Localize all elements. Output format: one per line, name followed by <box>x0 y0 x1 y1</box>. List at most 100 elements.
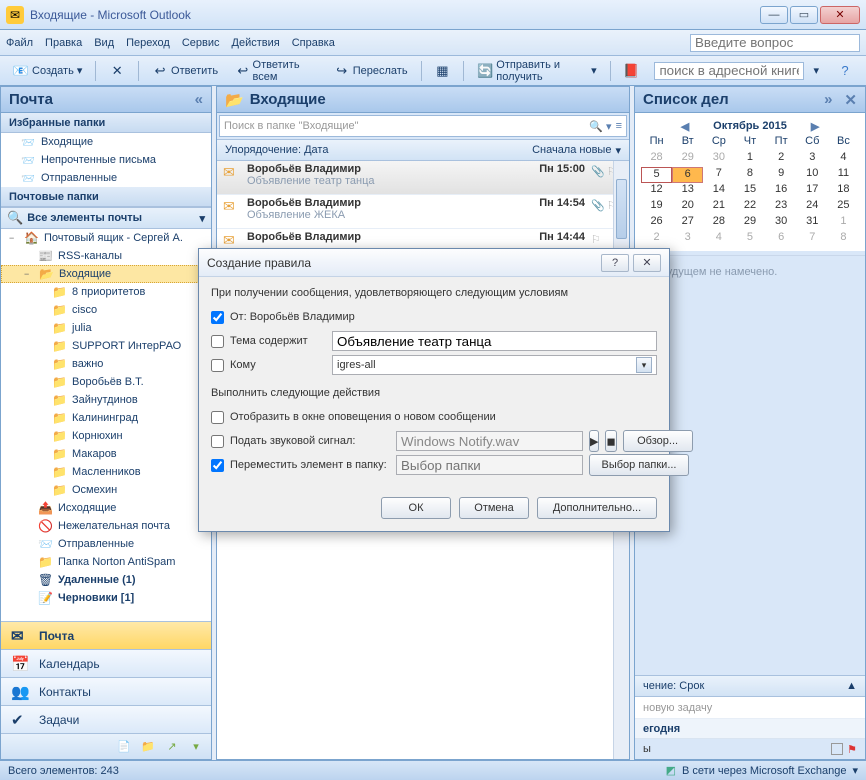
address-book-button[interactable]: 📕 <box>616 60 646 82</box>
tree-item[interactable]: 📁julia <box>1 319 211 337</box>
nav-calendar[interactable]: 📅Календарь <box>1 649 211 677</box>
reply-button[interactable]: ↩Ответить <box>145 60 225 82</box>
tree-item[interactable]: 📁важно <box>1 355 211 373</box>
all-mail-items[interactable]: 🔍 Все элементы почты ▾ <box>1 207 211 229</box>
calendar-day[interactable]: 2 <box>766 151 797 167</box>
maximize-button[interactable]: ▭ <box>790 6 818 24</box>
calendar-day[interactable]: 28 <box>703 215 734 231</box>
address-search-input[interactable] <box>654 62 804 80</box>
task-sort-bar[interactable]: чение: Срок▲ <box>635 675 865 697</box>
favorite-folder[interactable]: 📨Отправленные <box>1 169 211 187</box>
flag-icon[interactable]: ⚑ <box>847 743 857 756</box>
calendar-day[interactable]: 14 <box>703 183 734 199</box>
new-task-input[interactable]: новую задачу <box>635 697 865 719</box>
calendar-day[interactable]: 7 <box>797 231 828 247</box>
calendar-day[interactable]: 21 <box>703 199 734 215</box>
menu-view[interactable]: Вид <box>94 37 114 49</box>
calendar-day[interactable]: 6 <box>766 231 797 247</box>
favorite-folder[interactable]: 📨Непрочтенные письма <box>1 151 211 169</box>
favorite-folder[interactable]: 📨Входящие <box>1 133 211 151</box>
from-checkbox[interactable] <box>211 311 224 324</box>
flag-icon[interactable]: ⚐ <box>591 233 601 246</box>
tree-item[interactable]: 📁Зайнутдинов <box>1 391 211 409</box>
tree-item[interactable]: 📤Исходящие <box>1 499 211 517</box>
tree-item[interactable]: 🚫Нежелательная почта <box>1 517 211 535</box>
message-row[interactable]: ✉Воробьёв ВладимирПн 14:54Объявление ЖЕК… <box>217 195 629 229</box>
menu-edit[interactable]: Правка <box>45 37 82 49</box>
menu-help[interactable]: Справка <box>292 37 335 49</box>
nav-tasks[interactable]: ✔Задачи <box>1 705 211 733</box>
dialog-close-button[interactable]: ✕ <box>633 254 661 272</box>
calendar-day[interactable]: 31 <box>797 215 828 231</box>
forward-button[interactable]: ↪Переслать <box>327 60 415 82</box>
calendar-day[interactable]: 10 <box>797 167 828 183</box>
calendar-day[interactable]: 20 <box>672 199 703 215</box>
folder-search[interactable]: Поиск в папке "Входящие" 🔍 ▾ ≡ <box>219 115 627 137</box>
tree-item[interactable]: 🗑Удаленные (1) <box>1 571 211 589</box>
calendar-day[interactable]: 19 <box>641 199 672 215</box>
menu-actions[interactable]: Действия <box>232 37 280 49</box>
advanced-button[interactable]: Дополнительно... <box>537 497 657 519</box>
calendar-day[interactable]: 1 <box>828 215 859 231</box>
close-todo-icon[interactable]: ✕ <box>844 91 857 109</box>
collapse-nav-icon[interactable]: « <box>195 91 203 108</box>
calendar-day[interactable]: 1 <box>734 151 765 167</box>
nav-contacts[interactable]: 👥Контакты <box>1 677 211 705</box>
calendar-day[interactable]: 24 <box>797 199 828 215</box>
tree-item[interactable]: 📁8 приоритетов <box>1 283 211 301</box>
notes-icon[interactable]: 📄 <box>115 738 133 756</box>
calendar-day[interactable]: 29 <box>734 215 765 231</box>
tree-item[interactable]: 📁Осмехин <box>1 481 211 499</box>
calendar-day[interactable]: 28 <box>641 151 672 167</box>
favorites-header[interactable]: Избранные папки <box>1 113 211 133</box>
calendar-day[interactable]: 8 <box>828 231 859 247</box>
next-month-button[interactable]: ▶ <box>811 120 819 133</box>
tree-item[interactable]: −📂Входящие <box>1 265 211 283</box>
choose-folder-button[interactable]: Выбор папки... <box>589 454 689 476</box>
tree-item[interactable]: −🏠Почтовый ящик - Сергей А. <box>1 229 211 247</box>
collapse-todo-icon[interactable]: » <box>824 91 832 108</box>
calendar-day[interactable]: 26 <box>641 215 672 231</box>
prev-month-button[interactable]: ◀ <box>681 120 689 133</box>
calendar-day[interactable]: 23 <box>766 199 797 215</box>
calendar-day[interactable]: 5 <box>734 231 765 247</box>
move-checkbox[interactable] <box>211 459 224 472</box>
tree-item[interactable]: 📁SUPPORT ИнтерРАО <box>1 337 211 355</box>
alert-checkbox[interactable] <box>211 411 224 424</box>
shortcuts-icon[interactable]: ↗ <box>163 738 181 756</box>
help-button[interactable]: ? <box>830 60 860 82</box>
calendar-day[interactable]: 17 <box>797 183 828 199</box>
calendar-day[interactable]: 30 <box>766 215 797 231</box>
configure-buttons-icon[interactable]: ▾ <box>187 738 205 756</box>
calendar-day[interactable]: 16 <box>766 183 797 199</box>
browse-button[interactable]: Обзор... <box>623 430 693 452</box>
menu-file[interactable]: Файл <box>6 37 33 49</box>
task-group-today[interactable]: егодня <box>635 719 865 739</box>
task-item[interactable]: ы ⚑ <box>635 739 865 759</box>
sound-checkbox[interactable] <box>211 435 224 448</box>
minimize-button[interactable]: — <box>760 6 788 24</box>
cancel-button[interactable]: Отмена <box>459 497 529 519</box>
subject-checkbox[interactable] <box>211 335 224 348</box>
reply-all-button[interactable]: ↩Ответить всем <box>229 60 323 82</box>
folder-list-icon[interactable]: 📁 <box>139 738 157 756</box>
address-search-dropdown[interactable]: ▾ <box>806 60 826 82</box>
menu-tools[interactable]: Сервис <box>182 37 220 49</box>
dialog-titlebar[interactable]: Создание правила ? ✕ <box>199 249 669 277</box>
calendar-day[interactable]: 4 <box>828 151 859 167</box>
tree-item[interactable]: 📁Корнюхин <box>1 427 211 445</box>
sort-bar[interactable]: Упорядочение: Дата Сначала новые▾ <box>217 139 629 161</box>
checkbox-icon[interactable] <box>831 743 843 755</box>
create-button[interactable]: 📧Создать▾ <box>6 60 89 82</box>
to-checkbox[interactable] <box>211 359 224 372</box>
calendar-day[interactable]: 6 <box>672 167 703 183</box>
calendar-day[interactable]: 11 <box>828 167 859 183</box>
categorize-button[interactable]: ▦ <box>427 60 457 82</box>
month-label[interactable]: Октябрь 2015 <box>713 120 787 132</box>
tree-item[interactable]: 📝Черновики [1] <box>1 589 211 607</box>
tree-item[interactable]: 📨Отправленные <box>1 535 211 553</box>
mail-folders-header[interactable]: Почтовые папки <box>1 187 211 207</box>
calendar-day[interactable]: 22 <box>734 199 765 215</box>
nav-mail[interactable]: ✉Почта <box>1 621 211 649</box>
dialog-help-button[interactable]: ? <box>601 254 629 272</box>
